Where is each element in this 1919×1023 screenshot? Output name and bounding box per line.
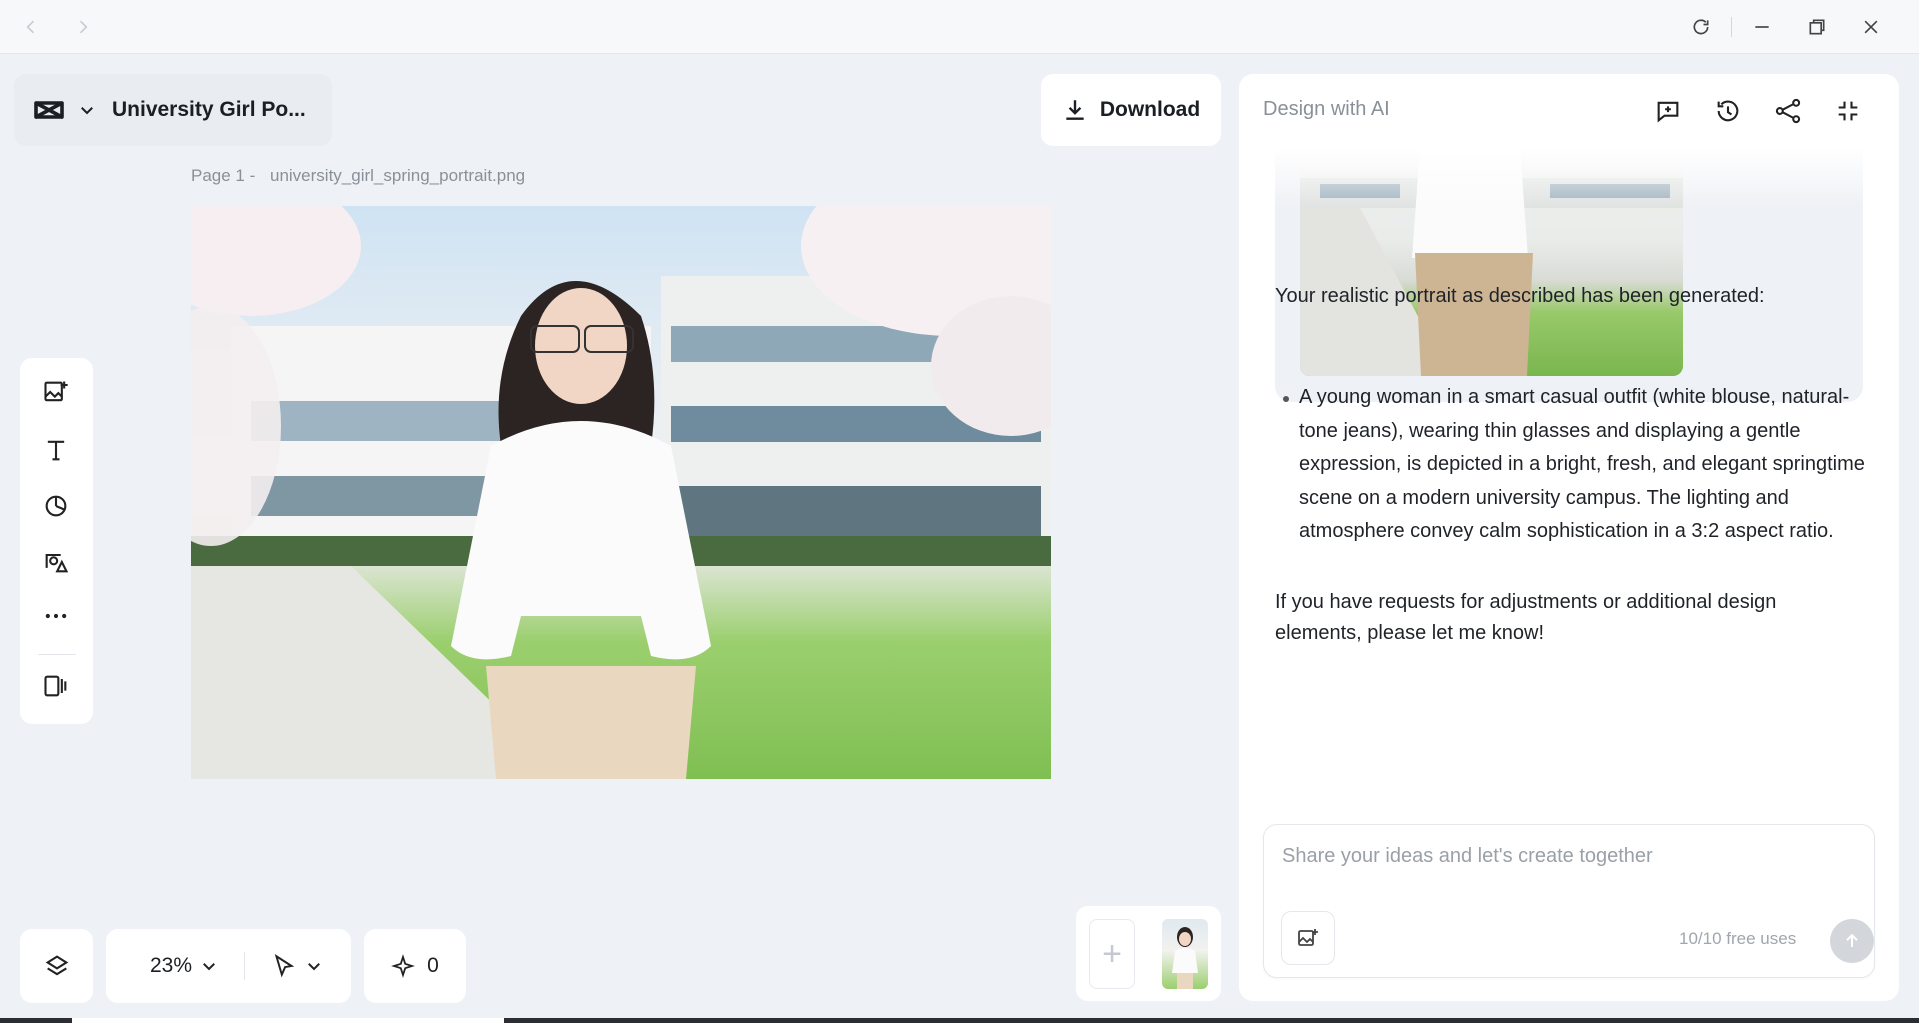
zoom-chevron-down-icon[interactable] <box>200 957 218 975</box>
canvas-portrait-image[interactable] <box>191 206 1051 779</box>
design-with-ai-panel: Design with AI Your realistic portrait a… <box>1239 74 1899 1001</box>
minimize-icon[interactable] <box>1745 10 1779 44</box>
ai-credits-button[interactable]: 0 <box>364 929 466 1003</box>
ai-message-closing: If you have requests for adjustments or … <box>1275 591 1777 644</box>
page-label: Page 1 - university_girl_spring_portrait… <box>191 166 535 186</box>
document-title[interactable]: University Girl Po... <box>112 98 306 122</box>
bullet-dot <box>1283 396 1289 402</box>
page-number: Page 1 - <box>191 166 256 185</box>
page-thumbnail[interactable] <box>1162 919 1208 989</box>
plus-icon: + <box>1102 934 1122 973</box>
forward-icon[interactable] <box>66 10 100 44</box>
collapse-icon[interactable] <box>1831 94 1865 128</box>
zoom-divider <box>244 952 246 980</box>
new-chat-icon[interactable] <box>1651 94 1685 128</box>
close-icon[interactable] <box>1854 10 1888 44</box>
back-icon[interactable] <box>14 10 48 44</box>
elements-icon[interactable] <box>38 544 74 580</box>
image-upload-icon <box>1296 926 1320 950</box>
toolbar-divider <box>38 654 76 655</box>
text-icon[interactable] <box>38 432 74 468</box>
scroll-fade <box>1275 148 1863 208</box>
ai-message-bullet-text: A young woman in a smart casual outfit (… <box>1299 386 1865 543</box>
add-page-button[interactable]: + <box>1089 919 1135 989</box>
share-icon[interactable] <box>1771 94 1805 128</box>
pages-panel-icon[interactable] <box>38 668 74 704</box>
reload-icon[interactable] <box>1684 10 1718 44</box>
free-uses-counter: 10/10 free uses <box>1679 929 1797 948</box>
taskbar-segment <box>504 1018 1919 1023</box>
pointer-chevron-down-icon[interactable] <box>305 957 323 975</box>
ai-prompt-placeholder[interactable]: Share your ideas and let's create togeth… <box>1282 845 1653 868</box>
zoom-controls: 23% <box>106 929 351 1003</box>
document-title-pill[interactable]: University Girl Po... <box>14 74 332 146</box>
sparkle-icon <box>391 954 416 978</box>
ai-message-bullet: A young woman in a smart casual outfit (… <box>1275 381 1865 549</box>
taskbar-segment <box>0 1018 72 1023</box>
window-titlebar <box>0 0 1919 54</box>
ai-prompt-input[interactable]: Share your ideas and let's create togeth… <box>1263 824 1875 978</box>
thumbnail-portrait-illustration <box>1172 927 1198 989</box>
credits-count: 0 <box>427 954 439 977</box>
ai-message-intro: Your realistic portrait as described has… <box>1275 285 1765 307</box>
portrait-illustration <box>191 206 1051 779</box>
more-icon[interactable] <box>38 598 74 634</box>
restore-icon[interactable] <box>1800 10 1834 44</box>
add-image-icon[interactable] <box>38 374 74 410</box>
layers-button[interactable] <box>20 929 93 1003</box>
zoom-level[interactable]: 23% <box>150 954 192 978</box>
history-icon[interactable] <box>1711 94 1745 128</box>
pointer-tool-icon[interactable] <box>271 953 297 979</box>
page-file-name[interactable]: university_girl_spring_portrait.png <box>270 166 525 185</box>
chevron-down-icon[interactable] <box>78 101 96 119</box>
download-label: Download <box>1099 98 1201 121</box>
download-icon <box>1062 97 1088 123</box>
shapes-icon[interactable] <box>38 488 74 524</box>
app-logo-icon[interactable] <box>32 97 66 123</box>
upload-image-button[interactable] <box>1281 911 1335 965</box>
page-thumbnails: + <box>1076 906 1221 1001</box>
layers-icon <box>43 952 71 980</box>
ai-panel-title: Design with AI <box>1263 98 1390 120</box>
taskbar-strip <box>0 1018 1919 1023</box>
left-toolbar <box>20 358 93 724</box>
titlebar-divider <box>1731 17 1732 37</box>
send-button[interactable] <box>1830 919 1874 963</box>
download-button[interactable]: Download <box>1041 74 1221 146</box>
arrow-up-icon <box>1842 931 1862 951</box>
